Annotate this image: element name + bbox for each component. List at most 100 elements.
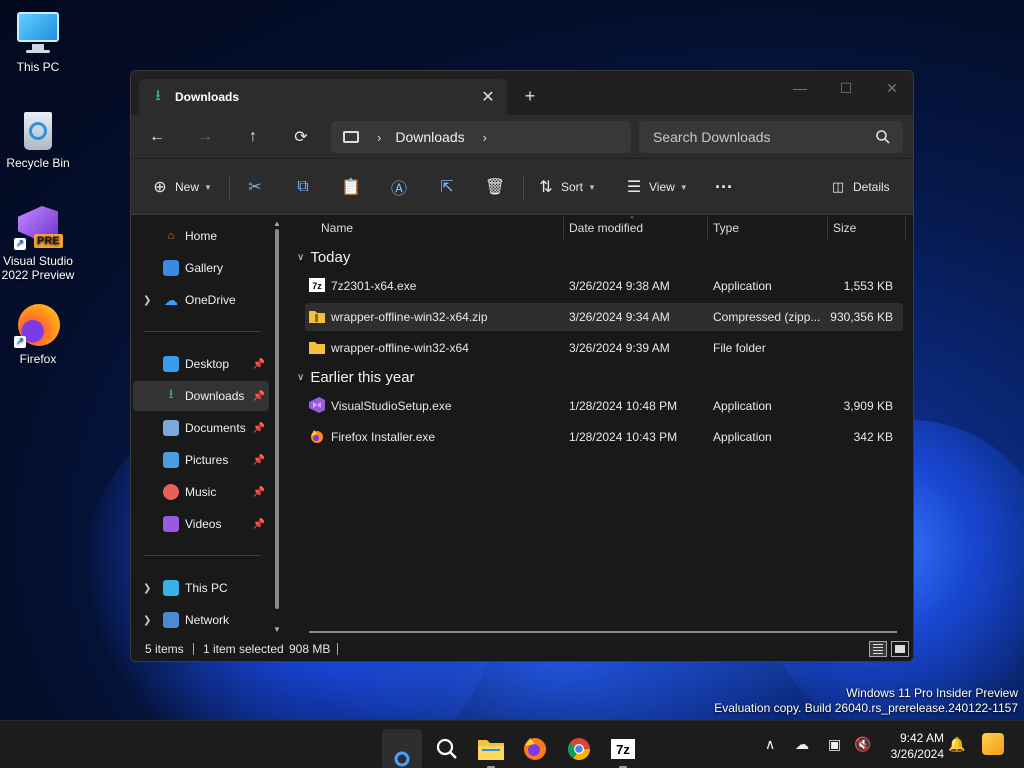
back-button[interactable]: ← — [142, 122, 172, 152]
table-row[interactable]: Firefox Installer.exe 1/28/2024 10:43 PM… — [305, 423, 903, 451]
pin-icon[interactable]: 📌 — [253, 391, 265, 402]
chevron-right-icon[interactable]: › — [483, 130, 487, 145]
horizontal-scrollbar[interactable] — [309, 631, 897, 633]
table-row[interactable]: VisualStudioSetup.exe 1/28/2024 10:48 PM… — [305, 392, 903, 420]
scroll-down-arrow[interactable]: ▼ — [273, 625, 281, 634]
table-row[interactable]: 7z 7z2301-x64.exe 3/26/2024 9:38 AM Appl… — [305, 272, 903, 300]
file-name: 7z2301-x64.exe — [331, 279, 417, 293]
toolbar-divider — [523, 175, 524, 201]
sidebar-item-pictures[interactable]: Pictures 📌 — [133, 445, 269, 475]
sidebar-item-network[interactable]: ❯ Network — [133, 605, 269, 635]
group-header-today[interactable]: ∨ Today — [297, 249, 350, 266]
group-header-earlier-this-year[interactable]: ∨ Earlier this year — [297, 369, 415, 386]
details-view-button[interactable] — [869, 641, 887, 657]
close-tab-icon[interactable]: ✕ — [477, 86, 499, 108]
column-header-type[interactable]: Type — [713, 221, 739, 235]
desktop-icon-firefox[interactable]: ↗ Firefox — [0, 302, 76, 366]
table-row[interactable]: wrapper-offline-win32-x64 3/26/2024 9:39… — [305, 334, 903, 362]
maximize-button[interactable]: ☐ — [823, 73, 869, 103]
forward-button[interactable]: → — [190, 122, 220, 152]
sidebar-item-this-pc[interactable]: ❯ This PC — [133, 573, 269, 603]
chevron-right-icon[interactable]: ❯ — [143, 295, 151, 306]
column-header-name[interactable]: Name — [321, 221, 353, 235]
windows-logo-icon — [394, 751, 410, 767]
sidebar-item-onedrive[interactable]: ❯ ☁ OneDrive — [133, 285, 269, 315]
start-button[interactable] — [382, 729, 422, 768]
sort-button[interactable]: ⇅ Sort ▼ — [535, 173, 596, 201]
scissors-icon: ✂ — [248, 179, 262, 196]
column-divider[interactable] — [707, 217, 708, 239]
rename-button[interactable]: Ⓐ — [388, 173, 410, 201]
scroll-up-arrow[interactable]: ▲ — [273, 219, 281, 228]
pin-icon[interactable]: 📌 — [253, 423, 265, 434]
sidebar-item-label: Documents — [185, 421, 246, 435]
network-icon[interactable]: ▣ — [828, 736, 841, 753]
new-button[interactable]: ⊕ New ▼ — [149, 173, 212, 201]
up-button[interactable]: ↑ — [238, 122, 268, 152]
desktop-icon-label: Firefox — [19, 352, 57, 366]
more-options-button[interactable]: ··· — [713, 173, 735, 201]
close-window-button[interactable]: ✕ — [869, 73, 913, 103]
desktop-icon-visual-studio[interactable]: PRE ↗ Visual Studio 2022 Preview — [0, 204, 76, 282]
refresh-button[interactable]: ⟳ — [286, 122, 316, 152]
pin-icon[interactable]: 📌 — [253, 455, 265, 466]
firefox-icon — [311, 430, 323, 443]
file-size: 1,553 KB — [843, 279, 893, 293]
table-row[interactable]: wrapper-offline-win32-x64.zip 3/26/2024 … — [305, 303, 903, 331]
view-button[interactable]: ☰ View ▼ — [623, 173, 688, 201]
address-bar[interactable]: › Downloads › — [331, 121, 631, 153]
column-divider[interactable] — [827, 217, 828, 239]
file-date: 3/26/2024 9:39 AM — [569, 341, 670, 355]
chevron-right-icon[interactable]: ❯ — [143, 583, 151, 594]
notification-bell-icon[interactable]: 🔔 — [948, 736, 965, 753]
sidebar-scrollbar[interactable] — [275, 229, 279, 609]
show-hidden-icons-button[interactable]: ∧ — [765, 736, 775, 753]
pin-icon[interactable]: 📌 — [253, 359, 265, 370]
copilot-preview-icon[interactable] — [982, 733, 1004, 755]
sidebar-item-gallery[interactable]: Gallery — [133, 253, 269, 283]
firefox-taskbar-button[interactable] — [515, 729, 555, 768]
desktop-icon-recycle-bin[interactable]: Recycle Bin — [0, 106, 76, 170]
pin-icon[interactable]: 📌 — [253, 519, 265, 530]
file-list: Name ⌄ Date modified Type Size ∨ Today 7… — [289, 213, 913, 635]
chrome-taskbar-button[interactable] — [559, 729, 599, 768]
sidebar-item-home[interactable]: ⌂ Home — [133, 221, 269, 251]
cut-button[interactable]: ✂ — [244, 173, 266, 201]
column-divider[interactable] — [905, 217, 906, 239]
copy-button[interactable]: ⧉ — [292, 173, 314, 201]
search-button[interactable] — [427, 729, 467, 768]
tiles-view-button[interactable] — [891, 641, 909, 657]
chevron-right-icon[interactable]: › — [377, 130, 381, 145]
onedrive-offline-icon[interactable]: ☁ — [795, 736, 809, 753]
sidebar-item-desktop[interactable]: Desktop 📌 — [133, 349, 269, 379]
new-tab-button[interactable]: + — [517, 83, 543, 109]
pin-icon[interactable]: 📌 — [253, 487, 265, 498]
minimize-button[interactable]: — — [777, 73, 823, 103]
visual-studio-icon: PRE ↗ — [14, 204, 63, 250]
column-header-size[interactable]: Size — [833, 221, 856, 235]
sidebar-item-videos[interactable]: Videos 📌 — [133, 509, 269, 539]
sidebar-item-downloads[interactable]: ⭳ Downloads 📌 — [133, 381, 269, 411]
7zip-taskbar-button[interactable]: 7z — [603, 729, 643, 768]
music-icon — [163, 484, 179, 500]
clock-date: 3/26/2024 — [890, 747, 944, 761]
search-input[interactable] — [639, 121, 903, 153]
desktop-icon-this-pc[interactable]: This PC — [0, 10, 76, 74]
column-header-row: Name ⌄ Date modified Type Size — [289, 213, 913, 241]
delete-button[interactable]: 🗑 — [484, 173, 506, 201]
sidebar-item-documents[interactable]: Documents 📌 — [133, 413, 269, 443]
column-divider[interactable] — [563, 217, 564, 239]
chevron-right-icon[interactable]: ❯ — [143, 615, 151, 626]
volume-muted-icon[interactable]: 🔇 — [854, 736, 871, 753]
file-explorer-taskbar-button[interactable] — [471, 729, 511, 768]
watermark-build: Evaluation copy. Build 26040.rs_prerelea… — [714, 701, 1018, 715]
tab-downloads[interactable]: ⭳ Downloads ✕ — [139, 79, 507, 115]
share-button[interactable]: ⇱ — [436, 173, 458, 201]
column-header-date[interactable]: Date modified — [569, 221, 643, 235]
system-clock[interactable]: 9:42 AM 3/26/2024 — [872, 730, 944, 762]
details-button[interactable]: ◫ Details — [827, 173, 890, 201]
status-divider — [337, 643, 338, 655]
sidebar-item-music[interactable]: Music 📌 — [133, 477, 269, 507]
breadcrumb-downloads[interactable]: Downloads — [395, 129, 464, 145]
paste-button[interactable]: 📋 — [340, 173, 362, 201]
